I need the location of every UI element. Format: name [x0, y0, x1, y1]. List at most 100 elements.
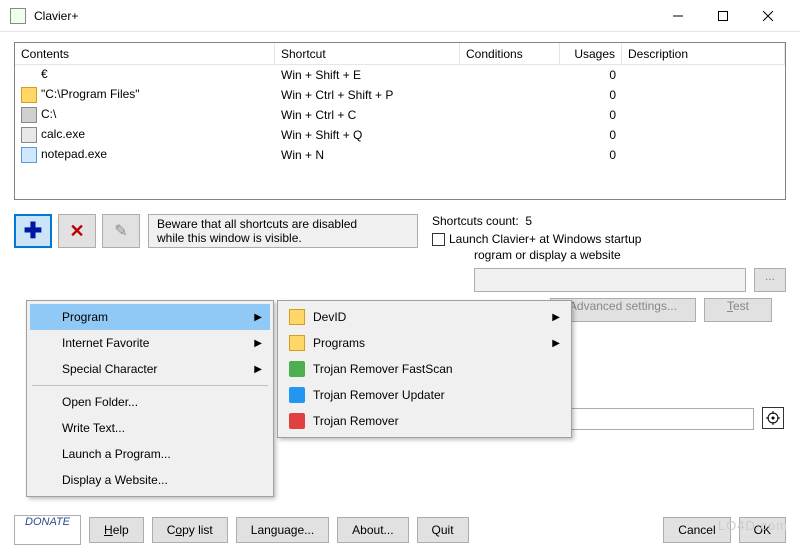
- cell-shortcut: Win + Shift + Q: [275, 127, 460, 143]
- x-icon: ✕: [69, 221, 84, 242]
- menu-item-program[interactable]: Program ▶: [30, 304, 270, 330]
- submenu-item-devid[interactable]: DevID ▶: [281, 304, 568, 330]
- chevron-right-icon: ▶: [254, 364, 262, 375]
- col-header-shortcut[interactable]: Shortcut: [275, 43, 460, 64]
- cell-conditions: [460, 134, 560, 136]
- minimize-button[interactable]: [655, 1, 700, 31]
- startup-label: Launch Clavier+ at Windows startup: [449, 232, 641, 246]
- menu-label: Trojan Remover FastScan: [313, 362, 453, 376]
- menu-item-open-folder[interactable]: Open Folder...: [30, 389, 270, 415]
- cell-description: [622, 94, 785, 96]
- table-body: € Win + Shift + E 0 "C:\Program Files" W…: [15, 65, 785, 165]
- cell-conditions: [460, 154, 560, 156]
- table-row[interactable]: notepad.exe Win + N 0: [15, 145, 785, 165]
- help-button[interactable]: Help: [89, 517, 144, 543]
- shield-icon: [289, 387, 305, 403]
- shortcuts-count-label: Shortcuts count:: [432, 214, 519, 228]
- cell-description: [622, 134, 785, 136]
- cell-shortcut: Win + Ctrl + C: [275, 107, 460, 123]
- menu-item-internet-favorite[interactable]: Internet Favorite ▶: [30, 330, 270, 356]
- copy-list-button[interactable]: Copy list: [152, 517, 228, 543]
- target-picker-button[interactable]: [762, 407, 784, 429]
- menu-label: Program: [62, 310, 108, 324]
- cancel-button[interactable]: Cancel: [663, 517, 730, 543]
- about-button[interactable]: About...: [337, 517, 408, 543]
- test-button[interactable]: Test: [704, 298, 772, 322]
- cell-usages: 0: [560, 67, 622, 83]
- cell-conditions: [460, 114, 560, 116]
- browse-button[interactable]: ...: [754, 268, 786, 292]
- menu-item-display-website[interactable]: Display a Website...: [30, 467, 270, 493]
- menu-label: Open Folder...: [62, 395, 138, 409]
- cell-shortcut: Win + Shift + E: [275, 67, 460, 83]
- cell-conditions: [460, 94, 560, 96]
- delete-button[interactable]: ✕: [58, 214, 96, 248]
- cell-shortcut: Win + Ctrl + Shift + P: [275, 87, 460, 103]
- cell-description: [622, 114, 785, 116]
- radio-label-partial: rogram or display a website: [474, 248, 621, 262]
- menu-label: Launch a Program...: [62, 447, 171, 461]
- table-row[interactable]: C:\ Win + Ctrl + C 0: [15, 105, 785, 125]
- cell-shortcut: Win + N: [275, 147, 460, 163]
- edit-button[interactable]: ✎: [102, 214, 140, 248]
- ok-button[interactable]: OK: [739, 517, 786, 543]
- menu-item-write-text[interactable]: Write Text...: [30, 415, 270, 441]
- col-header-contents[interactable]: Contents: [15, 43, 275, 64]
- quit-button[interactable]: Quit: [417, 517, 469, 543]
- cell-description: [622, 74, 785, 76]
- menu-item-special-character[interactable]: Special Character ▶: [30, 356, 270, 382]
- cell-usages: 0: [560, 127, 622, 143]
- donate-button[interactable]: DONATE: [14, 515, 81, 545]
- titlebar: Clavier+: [0, 0, 800, 32]
- pencil-icon: ✎: [114, 221, 127, 241]
- shortcuts-table[interactable]: Contents Shortcut Conditions Usages Desc…: [14, 42, 786, 200]
- cell-description: [622, 154, 785, 156]
- menu-label: Internet Favorite: [62, 336, 149, 350]
- submenu-item-trojan-fastscan[interactable]: Trojan Remover FastScan: [281, 356, 568, 382]
- plus-icon: ✚: [24, 218, 42, 244]
- table-row[interactable]: calc.exe Win + Shift + Q 0: [15, 125, 785, 145]
- maximize-button[interactable]: [700, 1, 745, 31]
- close-button[interactable]: [745, 1, 790, 31]
- folder-icon: [289, 335, 305, 351]
- table-row[interactable]: € Win + Shift + E 0: [15, 65, 785, 85]
- submenu-item-trojan-remover[interactable]: Trojan Remover: [281, 408, 568, 434]
- cell-usages: 0: [560, 107, 622, 123]
- submenu-item-programs[interactable]: Programs ▶: [281, 330, 568, 356]
- cell-usages: 0: [560, 147, 622, 163]
- chevron-right-icon: ▶: [552, 338, 560, 349]
- warning-line2: while this window is visible.: [157, 231, 409, 245]
- program-path-input[interactable]: [474, 268, 746, 292]
- add-menu: Program ▶ Internet Favorite ▶ Special Ch…: [26, 300, 274, 497]
- cell-contents: calc.exe: [41, 127, 85, 141]
- startup-checkbox-row: Launch Clavier+ at Windows startup: [432, 232, 641, 246]
- cell-contents: C:\: [41, 107, 56, 121]
- submenu-item-trojan-updater[interactable]: Trojan Remover Updater: [281, 382, 568, 408]
- menu-label: Trojan Remover: [313, 414, 399, 428]
- app-icon: [10, 8, 26, 24]
- menu-label: Write Text...: [62, 421, 125, 435]
- shortcuts-count-value: 5: [525, 214, 532, 228]
- shortcuts-count: Shortcuts count: 5: [432, 214, 641, 228]
- startup-checkbox[interactable]: [432, 233, 445, 246]
- table-header: Contents Shortcut Conditions Usages Desc…: [15, 43, 785, 65]
- col-header-usages[interactable]: Usages: [560, 43, 622, 64]
- bottom-button-bar: DONATE Help Copy list Language... About.…: [0, 515, 800, 545]
- folder-icon: [289, 309, 305, 325]
- radio-launch-program[interactable]: rogram or display a website: [474, 248, 786, 262]
- language-button[interactable]: Language...: [236, 517, 329, 543]
- window-title: Clavier+: [34, 9, 655, 23]
- table-row[interactable]: "C:\Program Files" Win + Ctrl + Shift + …: [15, 85, 785, 105]
- col-header-conditions[interactable]: Conditions: [460, 43, 560, 64]
- add-button[interactable]: ✚: [14, 214, 52, 248]
- drive-icon: [21, 107, 37, 123]
- chevron-right-icon: ▶: [254, 312, 262, 323]
- menu-label: Trojan Remover Updater: [313, 388, 445, 402]
- col-header-description[interactable]: Description: [622, 43, 785, 64]
- menu-label: DevID: [313, 310, 346, 324]
- calculator-icon: [21, 127, 37, 143]
- euro-icon: [21, 67, 37, 83]
- cell-contents: notepad.exe: [41, 147, 107, 161]
- menu-item-launch-program[interactable]: Launch a Program...: [30, 441, 270, 467]
- notepad-icon: [21, 147, 37, 163]
